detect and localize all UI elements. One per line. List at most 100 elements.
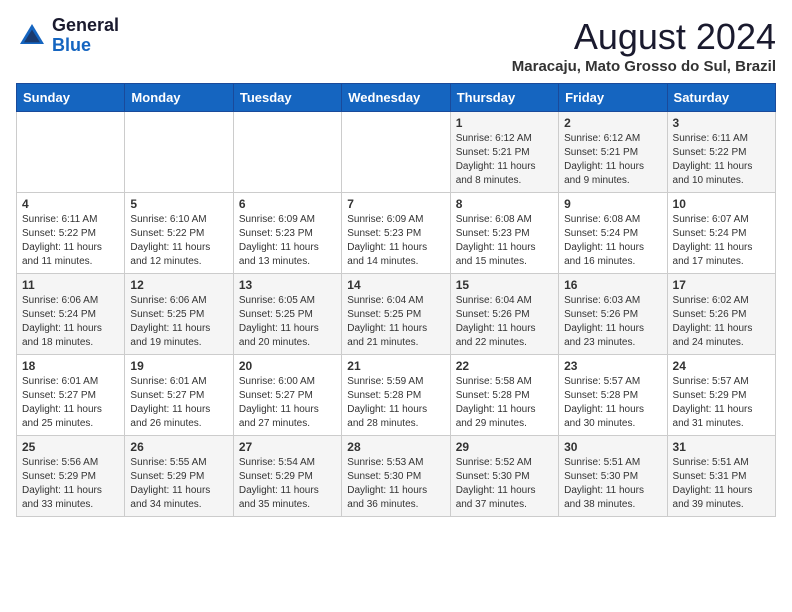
day-info: Sunrise: 5:52 AMSunset: 5:30 PMDaylight:… [456, 456, 553, 512]
calendar-cell: 24 Sunrise: 5:57 AMSunset: 5:29 PMDayligh… [667, 355, 775, 436]
calendar-cell: 20Sunrise: 6:00 AMSunset: 5:27 PMDayligh… [233, 355, 341, 436]
day-info: Sunrise: 6:06 AMSunset: 5:24 PMDaylight:… [22, 294, 119, 350]
day-number: 17 [673, 278, 770, 292]
day-number: 25 [22, 440, 119, 454]
calendar-cell: 8 Sunrise: 6:08 AMSunset: 5:23 PMDaylight… [450, 193, 558, 274]
day-number: 30 [564, 440, 661, 454]
day-info: Sunrise: 6:01 AMSunset: 5:27 PMDaylight:… [22, 375, 119, 431]
calendar-cell: 2Sunrise: 6:12 AMSunset: 5:21 PMDaylight… [559, 112, 667, 193]
logo-blue: Blue [52, 35, 91, 55]
day-info: Sunrise: 6:04 AMSunset: 5:26 PMDaylight:… [456, 294, 553, 350]
month-title: August 2024 [512, 16, 776, 58]
calendar-cell: 5 Sunrise: 6:10 AMSunset: 5:22 PMDaylight… [125, 193, 233, 274]
calendar-cell: 22Sunrise: 5:58 AMSunset: 5:28 PMDayligh… [450, 355, 558, 436]
day-info: Sunrise: 6:05 AMSunset: 5:25 PMDaylight:… [239, 294, 336, 350]
weekday-header-saturday: Saturday [667, 84, 775, 112]
day-info: Sunrise: 6:09 AMSunset: 5:23 PMDaylight:… [239, 213, 336, 269]
day-info: Sunrise: 5:58 AMSunset: 5:28 PMDaylight:… [456, 375, 553, 431]
calendar-cell: 30 Sunrise: 5:51 AMSunset: 5:30 PMDayligh… [559, 436, 667, 517]
day-info: Sunrise: 5:53 AMSunset: 5:30 PMDaylight:… [347, 456, 444, 512]
calendar-cell: 17 Sunrise: 6:02 AMSunset: 5:26 PMDayligh… [667, 274, 775, 355]
calendar-cell: 12 Sunrise: 6:06 AMSunset: 5:25 PMDayligh… [125, 274, 233, 355]
day-info: Sunrise: 5:57 AMSunset: 5:29 PMDaylight:… [673, 375, 770, 431]
weekday-header-friday: Friday [559, 84, 667, 112]
day-number: 9 [564, 197, 661, 211]
calendar-cell: 15 Sunrise: 6:04 AMSunset: 5:26 PMDayligh… [450, 274, 558, 355]
day-info: Sunrise: 5:57 AMSunset: 5:28 PMDaylight:… [564, 375, 661, 431]
day-number: 10 [673, 197, 770, 211]
calendar-week-5: 25Sunrise: 5:56 AMSunset: 5:29 PMDayligh… [17, 436, 776, 517]
day-number: 15 [456, 278, 553, 292]
day-number: 13 [239, 278, 336, 292]
calendar-cell [17, 112, 125, 193]
calendar-cell: 21 Sunrise: 5:59 AMSunset: 5:28 PMDayligh… [342, 355, 450, 436]
day-number: 14 [347, 278, 444, 292]
day-number: 19 [130, 359, 227, 373]
calendar-cell [125, 112, 233, 193]
day-number: 8 [456, 197, 553, 211]
weekday-header-sunday: Sunday [17, 84, 125, 112]
day-number: 5 [130, 197, 227, 211]
calendar-cell: 29 Sunrise: 5:52 AMSunset: 5:30 PMDayligh… [450, 436, 558, 517]
day-info: Sunrise: 5:51 AMSunset: 5:31 PMDaylight:… [673, 456, 770, 512]
day-number: 6 [239, 197, 336, 211]
day-number: 18 [22, 359, 119, 373]
calendar-cell: 4 Sunrise: 6:11 AMSunset: 5:22 PMDaylight… [17, 193, 125, 274]
day-number: 16 [564, 278, 661, 292]
calendar-cell [342, 112, 450, 193]
day-number: 31 [673, 440, 770, 454]
calendar-cell: 14 Sunrise: 6:04 AMSunset: 5:25 PMDayligh… [342, 274, 450, 355]
calendar-week-4: 18 Sunrise: 6:01 AMSunset: 5:27 PMDayligh… [17, 355, 776, 436]
day-info: Sunrise: 6:08 AMSunset: 5:24 PMDaylight:… [564, 213, 661, 269]
day-info: Sunrise: 6:09 AMSunset: 5:23 PMDaylight:… [347, 213, 444, 269]
day-info: Sunrise: 6:10 AMSunset: 5:22 PMDaylight:… [130, 213, 227, 269]
day-number: 24 [673, 359, 770, 373]
day-info: Sunrise: 6:11 AMSunset: 5:22 PMDaylight:… [673, 132, 770, 188]
calendar-cell: 6 Sunrise: 6:09 AMSunset: 5:23 PMDaylight… [233, 193, 341, 274]
calendar-cell: 25Sunrise: 5:56 AMSunset: 5:29 PMDayligh… [17, 436, 125, 517]
day-number: 1 [456, 116, 553, 130]
page-header: General Blue August 2024 Maracaju, Mato … [16, 16, 776, 75]
day-number: 3 [673, 116, 770, 130]
logo-general: General [52, 15, 119, 35]
logo-icon [16, 20, 48, 52]
day-info: Sunrise: 6:11 AMSunset: 5:22 PMDaylight:… [22, 213, 119, 269]
day-info: Sunrise: 6:01 AMSunset: 5:27 PMDaylight:… [130, 375, 227, 431]
calendar-cell: 23Sunrise: 5:57 AMSunset: 5:28 PMDayligh… [559, 355, 667, 436]
day-info: Sunrise: 6:08 AMSunset: 5:23 PMDaylight:… [456, 213, 553, 269]
day-number: 26 [130, 440, 227, 454]
logo: General Blue [16, 16, 119, 56]
calendar-week-1: 1 Sunrise: 6:12 AMSunset: 5:21 PMDaylight… [17, 112, 776, 193]
day-number: 29 [456, 440, 553, 454]
weekday-header-row: SundayMondayTuesdayWednesdayThursdayFrid… [17, 84, 776, 112]
calendar-week-2: 4 Sunrise: 6:11 AMSunset: 5:22 PMDaylight… [17, 193, 776, 274]
weekday-header-wednesday: Wednesday [342, 84, 450, 112]
weekday-header-thursday: Thursday [450, 84, 558, 112]
day-number: 11 [22, 278, 119, 292]
day-info: Sunrise: 6:02 AMSunset: 5:26 PMDaylight:… [673, 294, 770, 350]
day-info: Sunrise: 5:59 AMSunset: 5:28 PMDaylight:… [347, 375, 444, 431]
day-info: Sunrise: 5:54 AMSunset: 5:29 PMDaylight:… [239, 456, 336, 512]
calendar-cell: 10 Sunrise: 6:07 AMSunset: 5:24 PMDayligh… [667, 193, 775, 274]
day-number: 4 [22, 197, 119, 211]
day-info: Sunrise: 6:06 AMSunset: 5:25 PMDaylight:… [130, 294, 227, 350]
calendar-table: SundayMondayTuesdayWednesdayThursdayFrid… [16, 83, 776, 517]
day-number: 20 [239, 359, 336, 373]
weekday-header-monday: Monday [125, 84, 233, 112]
day-info: Sunrise: 6:04 AMSunset: 5:25 PMDaylight:… [347, 294, 444, 350]
day-info: Sunrise: 6:12 AMSunset: 5:21 PMDaylight:… [564, 132, 661, 188]
day-info: Sunrise: 5:51 AMSunset: 5:30 PMDaylight:… [564, 456, 661, 512]
calendar-cell: 18 Sunrise: 6:01 AMSunset: 5:27 PMDayligh… [17, 355, 125, 436]
calendar-cell: 11 Sunrise: 6:06 AMSunset: 5:24 PMDayligh… [17, 274, 125, 355]
calendar-cell: 26Sunrise: 5:55 AMSunset: 5:29 PMDayligh… [125, 436, 233, 517]
day-info: Sunrise: 6:03 AMSunset: 5:26 PMDaylight:… [564, 294, 661, 350]
day-info: Sunrise: 6:07 AMSunset: 5:24 PMDaylight:… [673, 213, 770, 269]
day-number: 12 [130, 278, 227, 292]
calendar-cell: 7Sunrise: 6:09 AMSunset: 5:23 PMDaylight… [342, 193, 450, 274]
title-block: August 2024 Maracaju, Mato Grosso do Sul… [512, 16, 776, 75]
calendar-cell: 1 Sunrise: 6:12 AMSunset: 5:21 PMDaylight… [450, 112, 558, 193]
weekday-header-tuesday: Tuesday [233, 84, 341, 112]
day-number: 21 [347, 359, 444, 373]
day-info: Sunrise: 6:12 AMSunset: 5:21 PMDaylight:… [456, 132, 553, 188]
calendar-cell: 28Sunrise: 5:53 AMSunset: 5:30 PMDayligh… [342, 436, 450, 517]
